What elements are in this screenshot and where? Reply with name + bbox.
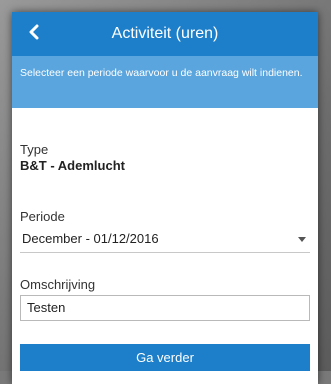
info-banner: Selecteer een periode waarvoor u de aanv… <box>12 56 318 108</box>
periode-select[interactable]: December - 01/12/2016 <box>20 227 310 253</box>
ga-verder-button[interactable]: Ga verder <box>20 344 310 371</box>
chevron-left-icon <box>28 24 40 45</box>
periode-label: Periode <box>20 209 65 224</box>
omschrijving-value: Testen <box>27 300 66 315</box>
type-value: B&T - Ademlucht <box>20 158 125 173</box>
periode-value: December - 01/12/2016 <box>22 231 159 246</box>
info-text: Selecteer een periode waarvoor u de aanv… <box>20 67 303 79</box>
back-button[interactable] <box>20 20 48 48</box>
omschrijving-label: Omschrijving <box>20 277 96 292</box>
app-screen: Activiteit (uren) Selecteer een periode … <box>12 12 318 384</box>
omschrijving-input[interactable]: Testen <box>20 295 310 321</box>
app-bar: Activiteit (uren) <box>12 12 318 56</box>
page-title: Activiteit (uren) <box>111 25 219 42</box>
caret-down-icon <box>298 237 306 242</box>
type-label: Type <box>20 142 49 157</box>
